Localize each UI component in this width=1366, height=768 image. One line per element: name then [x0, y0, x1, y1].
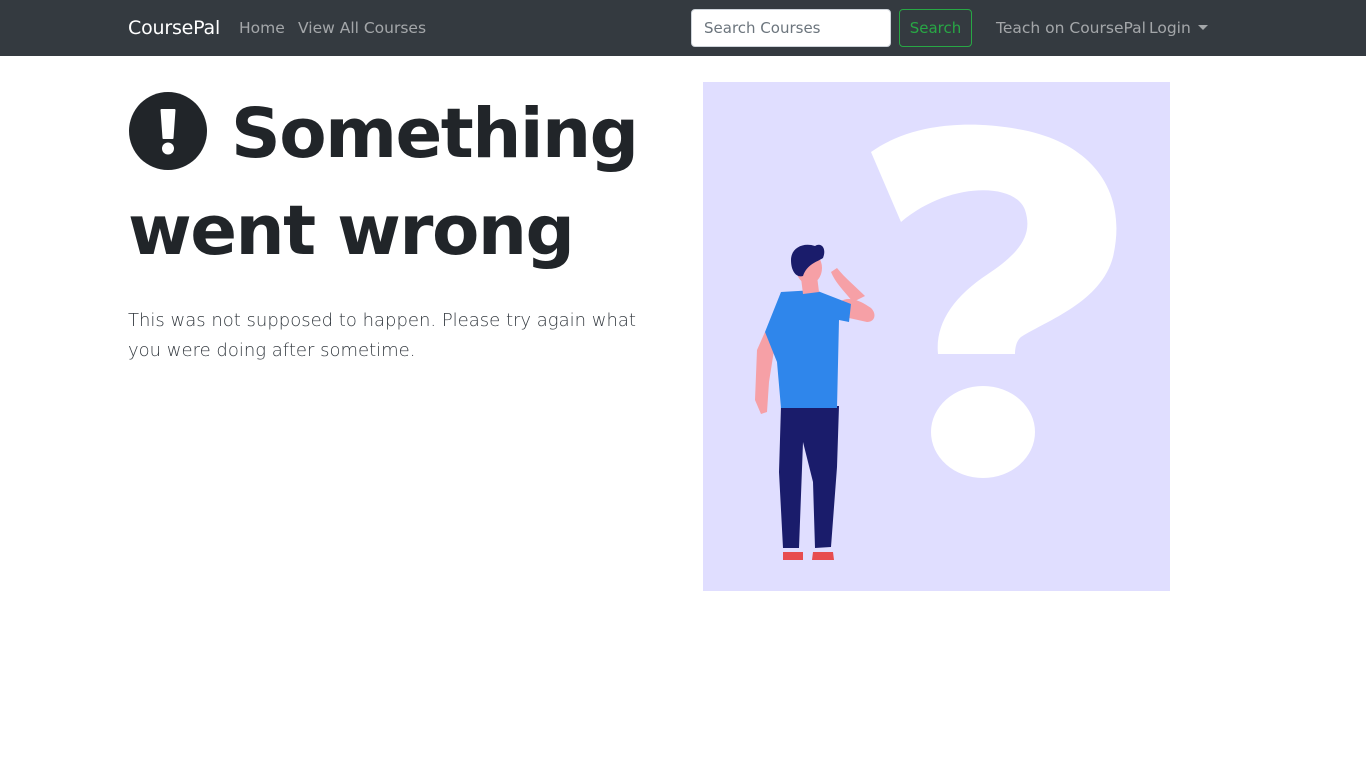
page-title: Something went wrong	[128, 94, 639, 271]
error-message: This was not supposed to happen. Please …	[128, 310, 636, 361]
top-navbar: CoursePal Home View All Courses Search T…	[0, 0, 1366, 56]
brand-logo-link[interactable]: CoursePal	[128, 15, 220, 41]
login-dropdown-toggle[interactable]: Login	[1149, 18, 1208, 38]
search-button[interactable]: Search	[899, 9, 972, 47]
search-input[interactable]	[691, 9, 891, 47]
nav-link-home[interactable]: Home	[239, 18, 285, 38]
caret-down-icon	[1197, 25, 1208, 30]
person-with-question-mark-illustration	[703, 82, 1170, 591]
nav-link-view-all-courses[interactable]: View All Courses	[298, 18, 426, 38]
login-label: Login	[1149, 19, 1191, 37]
nav-link-teach[interactable]: Teach on CoursePal	[996, 18, 1146, 38]
